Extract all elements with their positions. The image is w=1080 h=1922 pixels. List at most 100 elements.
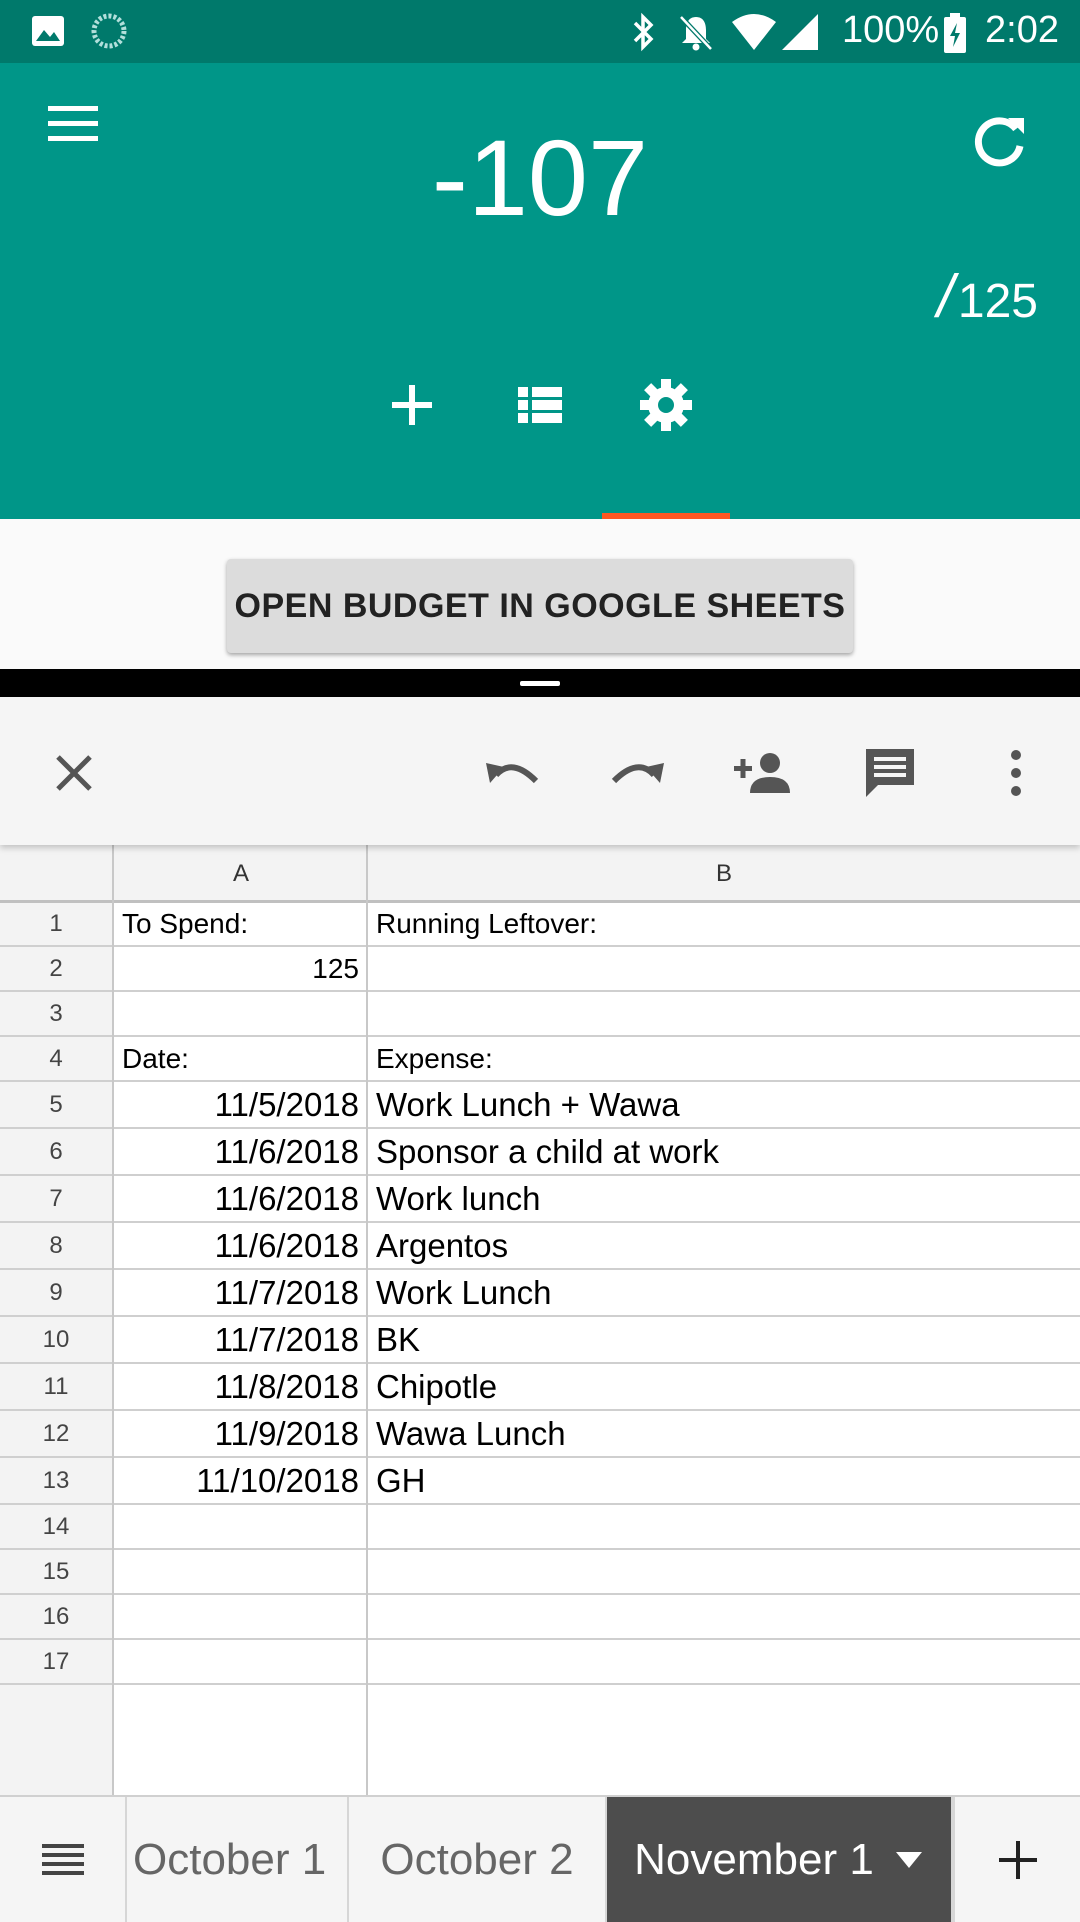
cell-b[interactable]: Work Lunch + Wawa xyxy=(376,1082,680,1127)
balance-amount: -107 xyxy=(431,117,649,238)
image-notification-icon xyxy=(30,14,66,53)
table-row: 6 11/6/2018 Sponsor a child at work xyxy=(0,1129,1080,1176)
share-person-add-icon[interactable] xyxy=(728,737,800,809)
table-row: 4 Date: Expense: xyxy=(0,1037,1080,1082)
more-options-icon[interactable] xyxy=(980,737,1052,809)
split-screen-handle[interactable] xyxy=(520,681,560,686)
cell-a[interactable]: 11/9/2018 xyxy=(114,1411,359,1456)
sheet-list-icon xyxy=(41,1843,84,1875)
cell-a[interactable]: Date: xyxy=(122,1037,367,1080)
row-number[interactable]: 10 xyxy=(0,1317,112,1362)
cell-b[interactable]: Chipotle xyxy=(376,1364,497,1409)
column-header-row: A B xyxy=(0,845,1080,903)
cell-a[interactable]: 11/7/2018 xyxy=(114,1270,359,1315)
row-number[interactable]: 14 xyxy=(0,1505,112,1548)
status-bar: 100% 2:02 xyxy=(0,0,1080,63)
table-row: 8 11/6/2018 Argentos xyxy=(0,1223,1080,1270)
column-header-a[interactable]: A xyxy=(114,860,368,888)
cell-a[interactable]: 11/7/2018 xyxy=(114,1317,359,1362)
sheet-tab-november-1[interactable]: November 1 xyxy=(607,1797,953,1922)
cell-b[interactable]: Expense: xyxy=(376,1037,493,1080)
cell-b[interactable]: Running Leftover: xyxy=(376,902,597,945)
cell-a[interactable]: 11/6/2018 xyxy=(114,1176,359,1221)
row-number[interactable]: 9 xyxy=(0,1270,112,1315)
plus-icon xyxy=(998,1840,1037,1879)
list-icon xyxy=(518,387,562,423)
cell-a[interactable]: To Spend: xyxy=(122,902,367,945)
row-number[interactable]: 4 xyxy=(0,1037,112,1080)
table-row: 1 To Spend: Running Leftover: xyxy=(0,902,1080,947)
spreadsheet-grid[interactable]: A B 1 To Spend: Running Leftover: 2 125 3 4 Dat… xyxy=(0,845,1080,1795)
open-budget-in-sheets-button[interactable]: OPEN BUDGET IN GOOGLE SHEETS xyxy=(227,559,853,653)
cell-signal-icon xyxy=(780,12,820,57)
comment-icon[interactable] xyxy=(854,737,926,809)
table-row: 11 11/8/2018 Chipotle xyxy=(0,1364,1080,1411)
row-number[interactable]: 3 xyxy=(0,992,112,1035)
table-row: 10 11/7/2018 BK xyxy=(0,1317,1080,1364)
sync-notification-icon xyxy=(90,12,128,55)
cell-a[interactable]: 11/5/2018 xyxy=(114,1082,359,1127)
budget-total-value: 125 xyxy=(957,275,1038,328)
row-number[interactable]: 11 xyxy=(0,1364,112,1409)
battery-charging-icon xyxy=(942,12,968,59)
cell-b[interactable]: Work lunch xyxy=(376,1176,540,1221)
settings-tab[interactable] xyxy=(626,365,706,445)
cell-a[interactable]: 11/6/2018 xyxy=(114,1129,359,1174)
list-tab[interactable] xyxy=(500,365,580,445)
row-number[interactable]: 5 xyxy=(0,1082,112,1127)
redo-icon[interactable] xyxy=(602,737,674,809)
row-number[interactable]: 6 xyxy=(0,1129,112,1174)
table-row: 3 xyxy=(0,992,1080,1037)
cell-b[interactable]: Argentos xyxy=(376,1223,508,1268)
cell-b[interactable]: Sponsor a child at work xyxy=(376,1129,719,1174)
table-row: 17 xyxy=(0,1640,1080,1685)
grid-line xyxy=(366,845,368,1795)
cell-b[interactable]: BK xyxy=(376,1317,420,1362)
battery-percent: 100% xyxy=(842,9,940,51)
budget-slash: / xyxy=(937,263,954,330)
undo-icon[interactable] xyxy=(476,737,548,809)
cell-b[interactable]: Work Lunch xyxy=(376,1270,551,1315)
sheets-toolbar xyxy=(0,697,1080,845)
notifications-off-icon xyxy=(676,12,716,57)
row-number[interactable]: 12 xyxy=(0,1411,112,1456)
cell-b[interactable]: GH xyxy=(376,1458,426,1503)
row-number[interactable]: 16 xyxy=(0,1595,112,1638)
gear-icon xyxy=(640,379,692,431)
row-number[interactable]: 17 xyxy=(0,1640,112,1683)
sheet-tab-october-2[interactable]: October 2 xyxy=(349,1797,607,1922)
cell-a[interactable]: 11/6/2018 xyxy=(114,1223,359,1268)
sheet-tab-october-1[interactable]: October 1 xyxy=(127,1797,349,1922)
sheet-tabs-bar: October 1 October 2 November 1 xyxy=(0,1795,1080,1922)
dropdown-arrow-icon xyxy=(895,1851,922,1868)
sheet-tab-label: November 1 xyxy=(634,1834,874,1884)
all-sheets-button[interactable] xyxy=(0,1797,127,1922)
table-row: 14 xyxy=(0,1505,1080,1550)
sheet-tab-label: October 1 xyxy=(133,1834,327,1884)
row-number[interactable]: 13 xyxy=(0,1458,112,1503)
table-row: 16 xyxy=(0,1595,1080,1640)
sheet-tab-label: October 2 xyxy=(380,1834,574,1884)
table-row: 5 11/5/2018 Work Lunch + Wawa xyxy=(0,1082,1080,1129)
cell-a[interactable]: 11/10/2018 xyxy=(114,1458,359,1503)
cell-b[interactable]: Wawa Lunch xyxy=(376,1411,566,1456)
row-number[interactable]: 7 xyxy=(0,1176,112,1221)
row-number[interactable]: 8 xyxy=(0,1223,112,1268)
add-expense-tab[interactable] xyxy=(372,365,452,445)
add-sheet-button[interactable] xyxy=(953,1797,1080,1922)
column-header-b[interactable]: B xyxy=(368,860,1080,888)
table-row: 12 11/9/2018 Wawa Lunch xyxy=(0,1411,1080,1458)
table-row: 2 125 xyxy=(0,947,1080,992)
wifi-icon xyxy=(730,12,778,57)
row-number[interactable]: 1 xyxy=(0,902,112,945)
clock-time: 2:02 xyxy=(985,9,1059,51)
row-number[interactable]: 2 xyxy=(0,947,112,990)
table-row: 15 xyxy=(0,1550,1080,1595)
cell-a[interactable]: 125 xyxy=(114,947,359,990)
close-icon[interactable] xyxy=(38,737,110,809)
table-row: 13 11/10/2018 GH xyxy=(0,1458,1080,1505)
row-number[interactable]: 15 xyxy=(0,1550,112,1593)
cell-a[interactable]: 11/8/2018 xyxy=(114,1364,359,1409)
budget-total: /125 xyxy=(937,262,1038,331)
table-row: 7 11/6/2018 Work lunch xyxy=(0,1176,1080,1223)
